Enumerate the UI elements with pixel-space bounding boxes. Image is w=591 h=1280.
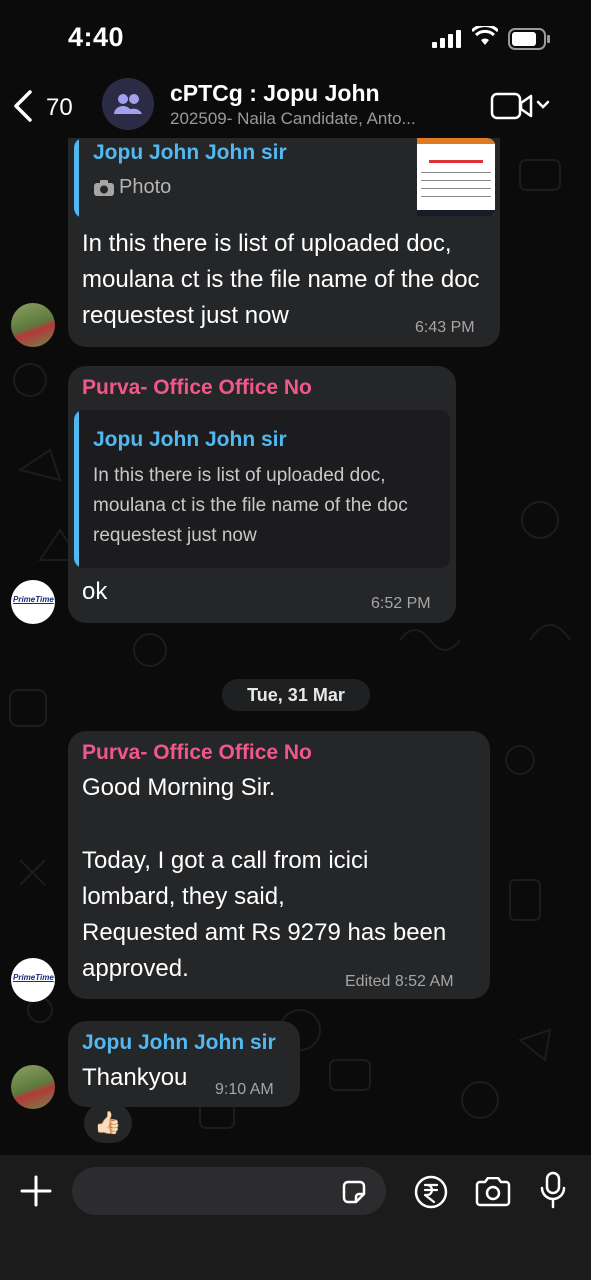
- quote-label: Photo: [119, 176, 172, 198]
- quoted-photo-thumbnail[interactable]: [417, 138, 495, 216]
- message-time: 6:52 PM: [371, 595, 431, 612]
- back-chevron-icon: [14, 90, 32, 122]
- battery-icon: [508, 28, 550, 50]
- message-bubble-2[interactable]: Purva- Office Office No Jopu John John s…: [68, 366, 456, 623]
- message-text: ok: [82, 578, 108, 605]
- signal-icon: [432, 30, 461, 48]
- quote-author: Jopu John John sir: [93, 141, 287, 164]
- composer-bar: [0, 1155, 591, 1280]
- sender-avatar[interactable]: [11, 1065, 55, 1109]
- sender-avatar[interactable]: PrimeTime: [11, 580, 55, 624]
- message-time: Edited 8:52 AM: [345, 973, 454, 990]
- sender-avatar[interactable]: [11, 303, 55, 347]
- unread-count: 70: [46, 94, 73, 121]
- sender-name[interactable]: Purva- Office Office No: [82, 741, 312, 765]
- sender-avatar[interactable]: PrimeTime: [11, 958, 55, 1002]
- group-subtitle[interactable]: 202509- Naila Candidate, Anto...: [170, 109, 416, 129]
- status-time: 4:40: [68, 22, 125, 52]
- date-separator: Tue, 31 Mar: [222, 679, 370, 711]
- message-bubble-4[interactable]: Jopu John John sir Thankyou 9:10 AM: [68, 1021, 300, 1107]
- message-text: Thankyou: [82, 1064, 188, 1091]
- quote-bar: [74, 410, 79, 568]
- message-time: 9:10 AM: [215, 1081, 274, 1098]
- mic-icon[interactable]: [540, 1171, 566, 1209]
- avatar-logo-text: PrimeTime: [13, 973, 54, 982]
- plus-icon[interactable]: [20, 1175, 52, 1207]
- sender-name[interactable]: Jopu John John sir: [82, 1031, 276, 1055]
- message-input[interactable]: [72, 1167, 386, 1215]
- back-button[interactable]: 70: [12, 88, 73, 128]
- group-avatar[interactable]: [102, 78, 154, 130]
- message-line: Today, I got a call from icici lombard, …: [82, 847, 369, 910]
- status-bar: 4:40: [0, 0, 591, 78]
- message-line: Good Morning Sir.: [82, 774, 276, 801]
- reaction-badge[interactable]: 👍🏻: [84, 1103, 132, 1143]
- group-title[interactable]: cPTCg : Jopu John: [170, 80, 380, 107]
- quoted-message[interactable]: Jopu John John sir Photo: [74, 138, 496, 218]
- camera-icon[interactable]: [474, 1177, 512, 1207]
- quoted-message[interactable]: Jopu John John sir In this there is list…: [74, 410, 450, 568]
- sticker-icon[interactable]: [340, 1178, 368, 1206]
- sender-name[interactable]: Purva- Office Office No: [82, 376, 312, 400]
- wifi-icon: [472, 26, 498, 45]
- quote-text: In this there is list of uploaded doc, m…: [93, 465, 408, 546]
- message-text: In this there is list of uploaded doc, m…: [82, 230, 480, 329]
- group-icon: [114, 94, 142, 114]
- message-time: 6:43 PM: [415, 319, 475, 336]
- quote-bar: [74, 138, 79, 218]
- photo-icon: [94, 180, 114, 196]
- quote-author: Jopu John John sir: [93, 428, 287, 451]
- avatar-logo-text: PrimeTime: [13, 595, 54, 604]
- message-bubble-3[interactable]: Purva- Office Office No Good Morning Sir…: [68, 731, 490, 999]
- chat-header: 70 cPTCg : Jopu John 202509- Naila Candi…: [0, 78, 591, 138]
- rupee-icon[interactable]: [414, 1175, 448, 1209]
- video-call-icon[interactable]: [490, 91, 552, 121]
- message-bubble-1[interactable]: Jopu John John sir Photo In this there i…: [68, 138, 500, 347]
